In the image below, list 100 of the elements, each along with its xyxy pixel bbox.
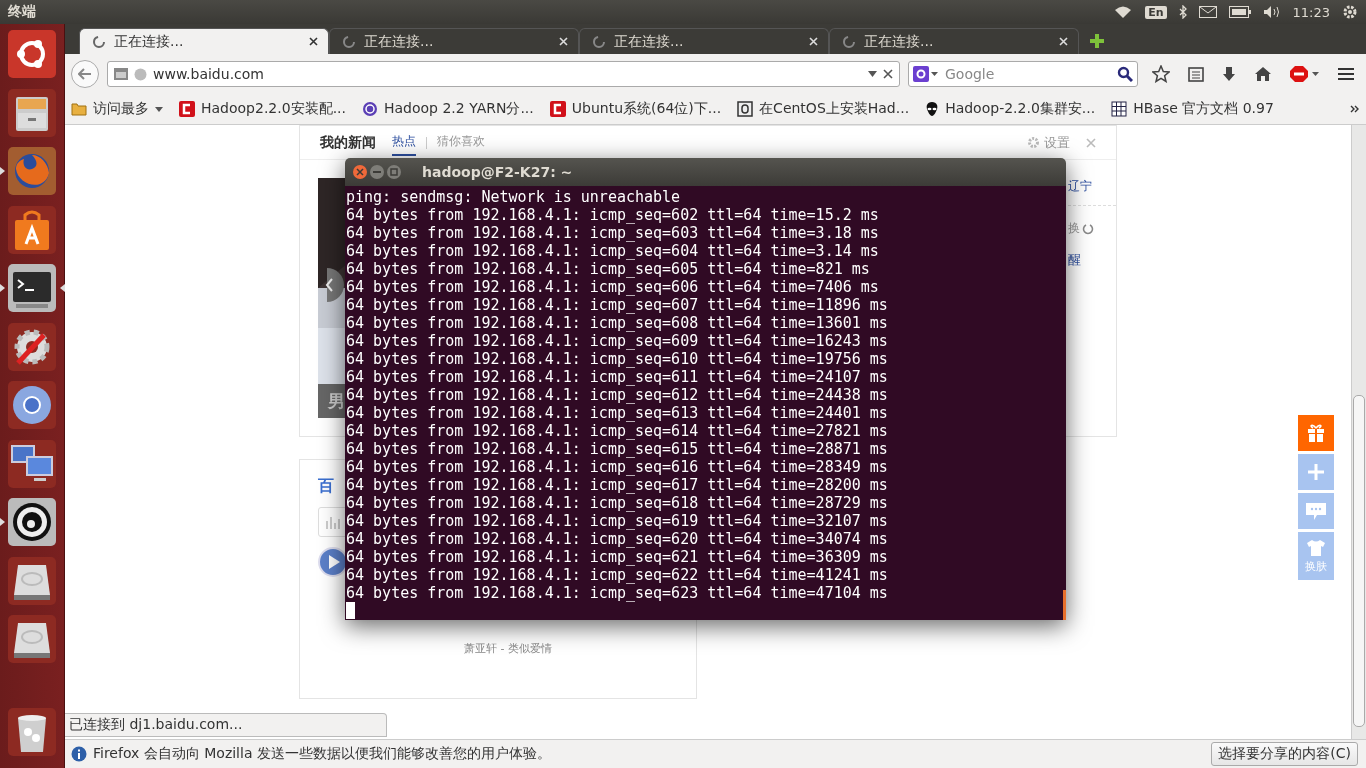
- window-title: hadoop@F2-K27: ~: [422, 164, 573, 180]
- terminal-line: 64 bytes from 192.168.4.1: icmp_seq=611 ttl=64 time=24107 ms: [346, 368, 889, 386]
- back-arrow-icon: [78, 68, 92, 80]
- news-tab[interactable]: 热点: [392, 129, 416, 156]
- wifi-icon[interactable]: [1113, 5, 1134, 19]
- bracket-favicon-icon: [549, 101, 566, 117]
- loading-icon: [842, 34, 856, 49]
- hard-drive-icon[interactable]: [8, 615, 56, 663]
- search-icon[interactable]: [1117, 66, 1133, 82]
- star-icon[interactable]: [1152, 65, 1170, 83]
- ubuntu-logo-icon[interactable]: [8, 30, 56, 78]
- bookmark-item[interactable]: 访问最多: [71, 100, 163, 118]
- bookmark-item[interactable]: HBase 官方文档 0.97: [1111, 100, 1274, 118]
- file-cabinet-icon[interactable]: [8, 88, 56, 137]
- close-icon[interactable]: [309, 37, 318, 46]
- section-title: 我的新闻: [320, 133, 376, 152]
- browser-tab[interactable]: 正在连接...: [329, 28, 579, 54]
- terminal-line: 64 bytes from 192.168.4.1: icmp_seq=614 ttl=64 time=27821 ms: [346, 422, 889, 440]
- loading-icon: [92, 34, 106, 49]
- browser-tab[interactable]: 正在连接...: [579, 28, 829, 54]
- gear-icon: [1027, 136, 1040, 149]
- terminal-icon[interactable]: [8, 264, 56, 312]
- mail-icon[interactable]: [1198, 6, 1217, 18]
- bookmarks-list-icon[interactable]: [1188, 66, 1204, 82]
- address-field[interactable]: www.baidu.com: [107, 61, 900, 87]
- minimize-icon: [373, 171, 381, 173]
- clock[interactable]: 11:23: [1292, 4, 1330, 20]
- alien-favicon-icon: [925, 101, 940, 117]
- bracket-favicon-icon: [179, 101, 195, 117]
- terminal-line: 64 bytes from 192.168.4.1: icmp_seq=623 ttl=64 time=47104 ms: [346, 584, 889, 602]
- ring-icon[interactable]: [8, 498, 56, 546]
- stop-icon[interactable]: [883, 69, 893, 79]
- text-cursor: [346, 602, 355, 619]
- terminal-line: 64 bytes from 192.168.4.1: icmp_seq=606 ttl=64 time=7406 ms: [346, 278, 880, 296]
- headline-text[interactable]: 醒: [1068, 251, 1116, 269]
- chevron-icon[interactable]: [1350, 104, 1360, 114]
- terminal-line: 64 bytes from 192.168.4.1: icmp_seq=609 ttl=64 time=16243 ms: [346, 332, 889, 350]
- terminal-line: 64 bytes from 192.168.4.1: icmp_seq=605 ttl=64 time=821 ms: [346, 260, 871, 278]
- search-field[interactable]: Google: [908, 61, 1138, 87]
- page-icon: [114, 68, 128, 80]
- menu-icon[interactable]: [1338, 67, 1354, 81]
- keyboard-indicator[interactable]: En: [1145, 5, 1167, 19]
- terminal-line: 64 bytes from 192.168.4.1: icmp_seq=619 ttl=64 time=32107 ms: [346, 512, 889, 530]
- minimize-button[interactable]: [370, 165, 384, 179]
- close-icon: [356, 168, 364, 176]
- region-link[interactable]: 辽宁: [1068, 178, 1116, 206]
- bookmark-item[interactable]: Hadoop 2.2 YARN分...: [362, 100, 534, 118]
- bookmark-item[interactable]: Hadoop2.2.0安装配...: [179, 100, 346, 118]
- terminal-line: 64 bytes from 192.168.4.1: icmp_seq=602 ttl=64 time=15.2 ms: [346, 206, 880, 224]
- folder-icon: [71, 102, 87, 116]
- terminal-line: 64 bytes from 192.168.4.1: icmp_seq=608 ttl=64 time=13601 ms: [346, 314, 889, 332]
- speech-bubble-icon: [1305, 501, 1327, 521]
- search-engine-icon[interactable]: [913, 66, 939, 82]
- adblock-icon[interactable]: [1290, 65, 1320, 83]
- terminal-line: 64 bytes from 192.168.4.1: icmp_seq=604 ttl=64 time=3.14 ms: [346, 242, 880, 260]
- terminal-line: 64 bytes from 192.168.4.1: icmp_seq=622 ttl=64 time=41241 ms: [346, 566, 889, 584]
- bluetooth-icon[interactable]: [1178, 5, 1187, 19]
- browser-tab[interactable]: 正在连接...: [829, 28, 1079, 54]
- scrollbar-thumb[interactable]: [1063, 590, 1066, 620]
- terminal-line: 64 bytes from 192.168.4.1: icmp_seq=618 ttl=64 time=28729 ms: [346, 494, 889, 512]
- shopping-bag-icon[interactable]: [8, 205, 56, 254]
- loading-icon: [592, 34, 606, 49]
- song-title: 萧亚轩 - 类似爱情: [464, 641, 552, 656]
- terminal-line: 64 bytes from 192.168.4.1: icmp_seq=621 ttl=64 time=36309 ms: [346, 548, 889, 566]
- battery-icon[interactable]: [1228, 6, 1251, 18]
- maximize-icon: [390, 168, 398, 176]
- globe-icon: [134, 67, 147, 81]
- new-tab-icon[interactable]: [1089, 33, 1105, 49]
- monitors-icon[interactable]: [8, 439, 56, 488]
- dropdown-icon[interactable]: [868, 71, 877, 77]
- notification-text: Firefox 会自动向 Mozilla 发送一些数据以便我们能够改善您的用户体验。: [93, 745, 552, 763]
- globe-fox-icon[interactable]: [8, 147, 56, 195]
- terminal-line: 64 bytes from 192.168.4.1: icmp_seq=620 ttl=64 time=34074 ms: [346, 530, 889, 548]
- scrollbar-thumb[interactable]: [1353, 395, 1365, 727]
- terminal-line: 64 bytes from 192.168.4.1: icmp_seq=616 ttl=64 time=28349 ms: [346, 458, 889, 476]
- square-favicon-icon: [737, 101, 754, 117]
- radio-logo: 百: [318, 476, 334, 497]
- terminal-line: 64 bytes from 192.168.4.1: icmp_seq=615 ttl=64 time=28871 ms: [346, 440, 889, 458]
- bookmark-item[interactable]: Hadoop-2.2.0集群安...: [925, 100, 1096, 118]
- close-button[interactable]: [353, 165, 367, 179]
- settings-icon[interactable]: [1342, 4, 1358, 20]
- trash-icon[interactable]: [8, 708, 56, 756]
- browser-tab[interactable]: 正在连接...: [79, 28, 329, 54]
- terminal-line: 64 bytes from 192.168.4.1: icmp_seq=610 ttl=64 time=19756 ms: [346, 350, 889, 368]
- download-icon[interactable]: [1222, 66, 1236, 82]
- bookmark-item[interactable]: 在CentOS上安装Had...: [737, 100, 910, 118]
- settings-icon[interactable]: [8, 322, 56, 371]
- bookmark-item[interactable]: Ubuntu系统(64位)下...: [549, 100, 722, 118]
- maximize-button[interactable]: [387, 165, 401, 179]
- gift-button[interactable]: [1298, 415, 1334, 451]
- back-button[interactable]: [71, 60, 99, 88]
- home-icon[interactable]: [1254, 66, 1272, 82]
- plus-icon: [1306, 462, 1326, 482]
- volume-icon[interactable]: [1262, 5, 1281, 19]
- gift-icon: [1306, 423, 1326, 443]
- share-choice-button[interactable]: 选择要分享的内容(C): [1211, 742, 1358, 766]
- swirl-favicon-icon: [362, 101, 378, 117]
- hard-drive-icon[interactable]: [8, 556, 56, 605]
- caret-icon: [155, 106, 163, 112]
- terminal-line: 64 bytes from 192.168.4.1: icmp_seq=603 ttl=64 time=3.18 ms: [346, 224, 880, 242]
